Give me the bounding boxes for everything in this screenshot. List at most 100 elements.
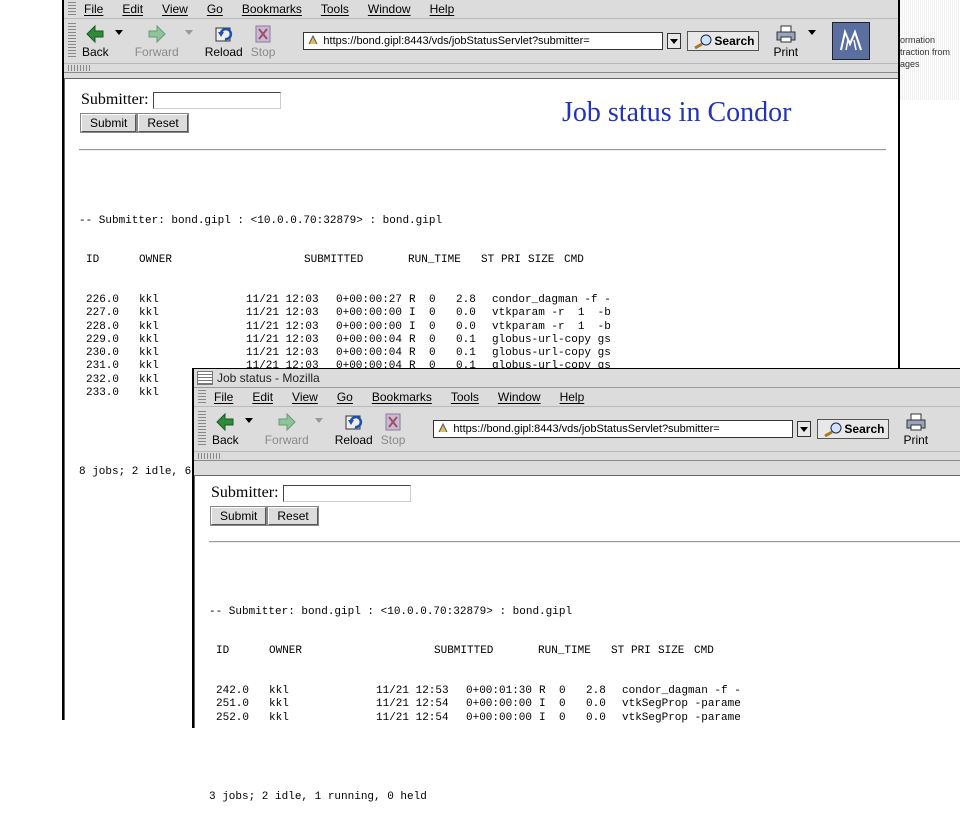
window-menu-icon[interactable] — [197, 371, 213, 385]
browser-window-popup: Job status - Mozilla File Edit View Go B… — [192, 368, 960, 803]
back-button[interactable]: Back — [212, 411, 239, 447]
submitter-input[interactable] — [282, 484, 411, 502]
job-status: R — [539, 685, 546, 697]
forward-button[interactable]: Forward — [265, 411, 309, 447]
toolbar-grip[interactable] — [198, 411, 206, 447]
job-id: 229.0 — [86, 333, 120, 346]
horizontal-rule — [209, 541, 960, 543]
menu-tools[interactable]: Tools — [321, 2, 349, 16]
stop-button[interactable]: Stop — [251, 23, 275, 59]
mozilla-logo-icon[interactable] — [832, 22, 871, 60]
menu-window[interactable]: Window — [498, 390, 541, 404]
col-size: SIZE — [658, 645, 685, 658]
search-icon — [824, 422, 842, 437]
job-priority: 0 — [559, 685, 566, 697]
toolbar-grip[interactable] — [68, 23, 76, 59]
back-button[interactable]: Back — [82, 23, 109, 59]
menu-tools[interactable]: Tools — [451, 390, 479, 404]
url-text: https://bond.gipl:8443/vds/jobStatusServ… — [453, 423, 720, 435]
url-field[interactable]: https://bond.gipl:8443/vds/jobStatusServ… — [433, 420, 794, 438]
menu-window[interactable]: Window — [368, 2, 411, 16]
back-label: Back — [82, 45, 109, 59]
job-status: I — [409, 320, 416, 333]
menu-go[interactable]: Go — [337, 390, 353, 404]
table-header: ID OWNER SUBMITTED RUN_TIME ST PRI SIZE CMD — [209, 645, 741, 658]
reload-label: Reload — [334, 433, 373, 447]
side-text-line: ormation — [900, 35, 936, 45]
reset-button[interactable]: Reset — [137, 113, 189, 133]
horizontal-rule — [79, 149, 886, 151]
menu-bookmarks[interactable]: Bookmarks — [372, 390, 432, 404]
menu-help[interactable]: Help — [560, 390, 585, 404]
col-cmd: CMD — [694, 645, 714, 658]
url-history-dropdown-button[interactable] — [667, 33, 682, 49]
site-security-icon — [307, 34, 319, 49]
menu-edit[interactable]: Edit — [122, 2, 143, 16]
col-run-time: RUN_TIME — [538, 645, 591, 658]
job-size: 0.1 — [456, 333, 476, 346]
reset-button[interactable]: Reset — [267, 506, 319, 526]
form-buttons: Submit Reset — [209, 506, 320, 526]
site-security-icon — [437, 422, 449, 437]
job-rows: 242.0 kkl 11/21 12:53 0+00:01:30 R 0 2.8 condor… — [209, 685, 741, 725]
back-history-dropdown-icon[interactable] — [114, 29, 123, 35]
job-id: 230.0 — [86, 347, 120, 359]
submitter-label: Submitter: — [211, 484, 279, 501]
job-id: 232.0 — [86, 373, 120, 386]
menu-bar: File Edit View Go Bookmarks Tools Window… — [194, 388, 960, 407]
print-button[interactable]: Print — [903, 411, 928, 447]
submitter-input[interactable] — [152, 91, 281, 109]
menu-edit[interactable]: Edit — [252, 390, 273, 404]
page-margin — [0, 0, 62, 720]
job-priority: 0 — [429, 307, 436, 320]
url-history-dropdown-button[interactable] — [797, 421, 812, 437]
print-dropdown-icon[interactable] — [808, 29, 817, 35]
menu-view[interactable]: View — [292, 390, 318, 404]
menu-file[interactable]: File — [84, 2, 103, 16]
table-row: 242.0 kkl 11/21 12:53 0+00:01:30 R 0 2.8 condor… — [209, 685, 741, 698]
forward-history-dropdown-icon[interactable] — [184, 29, 193, 35]
submitter-form-row: Submitter: — [211, 484, 411, 502]
forward-history-dropdown-icon[interactable] — [314, 417, 323, 423]
menu-go[interactable]: Go — [207, 2, 223, 16]
menu-bookmarks[interactable]: Bookmarks — [242, 2, 302, 16]
job-id: 231.0 — [86, 360, 120, 373]
search-button[interactable]: Search — [687, 31, 760, 51]
collapsed-toolbar-strip[interactable] — [64, 64, 898, 73]
navigation-toolbar: Back Forward Reload Stop https://bond.gi… — [194, 407, 960, 452]
col-size: SIZE — [528, 254, 555, 267]
job-id: 227.0 — [86, 307, 120, 320]
stop-button[interactable]: Stop — [381, 411, 405, 447]
toolbar-grip[interactable] — [68, 2, 76, 16]
table-row: 252.0 kkl 11/21 12:54 0+00:00:00 I 0 0.0 vtkSeg… — [209, 712, 741, 725]
forward-button[interactable]: Forward — [135, 23, 179, 59]
job-cmd: condor_dagman -f - — [622, 685, 741, 697]
submit-button[interactable]: Submit — [79, 113, 138, 133]
page-content: Submitter: Submit Reset -- Submitter: bo… — [194, 475, 960, 803]
reload-button[interactable]: Reload — [205, 23, 243, 59]
url-text: https://bond.gipl:8443/vds/jobStatusServ… — [323, 35, 590, 47]
collapsed-toolbar-strip[interactable] — [194, 452, 960, 461]
job-size: 2.8 — [456, 294, 476, 306]
job-submitted: 11/21 12:03 — [246, 294, 319, 306]
reload-button[interactable]: Reload — [335, 411, 373, 447]
url-field[interactable]: https://bond.gipl:8443/vds/jobStatusServ… — [303, 32, 664, 50]
back-history-dropdown-icon[interactable] — [244, 417, 253, 423]
condor-queue-output: -- Submitter: bond.gipl : <10.0.0.70:328… — [209, 579, 741, 831]
col-pri: PRI — [631, 645, 651, 658]
menu-file[interactable]: File — [214, 390, 233, 404]
job-status: R — [409, 347, 416, 359]
search-label: Search — [714, 34, 755, 48]
job-submitted: 11/21 12:03 — [246, 347, 319, 359]
toolbar-grip[interactable] — [198, 390, 206, 404]
print-button[interactable]: Print — [773, 23, 798, 59]
search-button[interactable]: Search — [817, 419, 890, 439]
menu-view[interactable]: View — [162, 2, 188, 16]
submitter-line: -- Submitter: bond.gipl : <10.0.0.70:328… — [209, 605, 573, 618]
job-cmd: globus-url-copy gs — [492, 333, 611, 346]
submit-button[interactable]: Submit — [209, 506, 268, 526]
menu-help[interactable]: Help — [430, 2, 455, 16]
job-run-time: 0+00:00:27 — [336, 294, 403, 306]
job-summary: 3 jobs; 2 idle, 1 running, 0 held — [209, 791, 427, 803]
job-cmd: vtkSegProp -parame — [622, 698, 741, 711]
